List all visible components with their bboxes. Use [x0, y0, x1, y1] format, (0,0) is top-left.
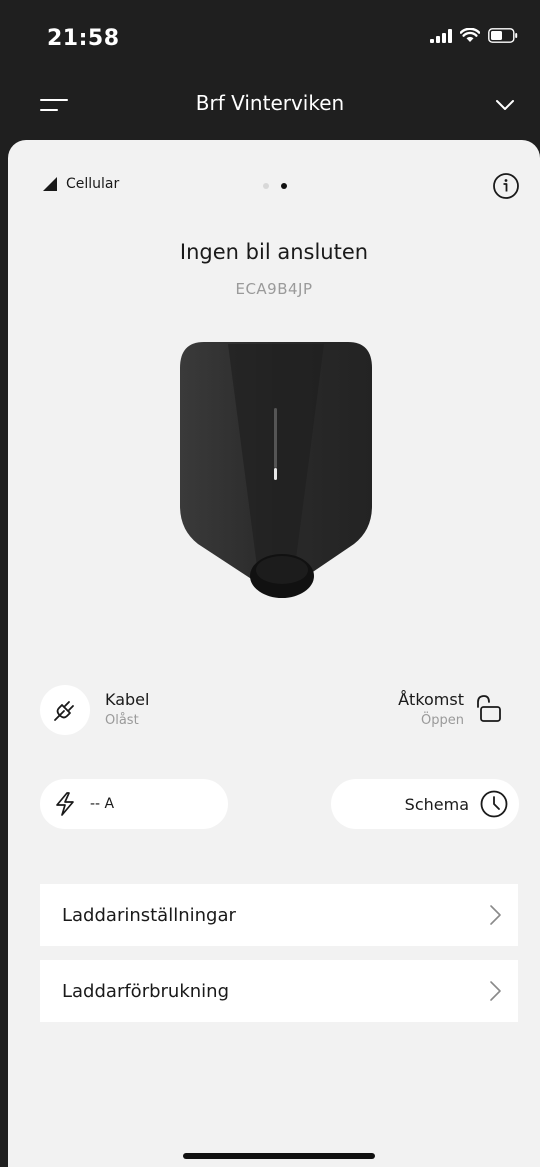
- charger-consumption-label: Laddarförbrukning: [62, 980, 229, 1002]
- status-time: 21:58: [47, 26, 120, 51]
- info-button[interactable]: [492, 172, 520, 200]
- cable-label: Kabel: [105, 690, 150, 709]
- charger-serial: ECA9B4JP: [235, 280, 313, 298]
- connection-label: Cellular: [66, 176, 120, 192]
- plug-icon: [54, 701, 74, 721]
- site-dropdown-button[interactable]: [494, 94, 516, 116]
- charger-sheet: Cellular Ingen bil ansluten ECA9B4JP Kab…: [8, 140, 540, 1167]
- access-status: Öppen: [421, 713, 464, 728]
- schedule-label: Schema: [404, 794, 469, 814]
- chevron-right-icon: [490, 905, 501, 925]
- current-limit-value: -- A: [90, 796, 115, 812]
- lightning-bolt-icon: [56, 792, 74, 816]
- status-icons: [430, 28, 518, 43]
- wifi-icon: [460, 28, 480, 42]
- chevron-right-icon: [490, 981, 501, 1001]
- cable-lock-button[interactable]: [40, 685, 90, 735]
- info-icon: [493, 173, 519, 199]
- charger-image: [180, 342, 372, 598]
- access-lock-button[interactable]: [473, 693, 503, 725]
- charger-settings-row[interactable]: Laddarinställningar: [40, 884, 518, 946]
- connection-indicator: Cellular: [42, 176, 119, 192]
- cable-status: Olåst: [105, 713, 139, 728]
- charger-status-title: Ingen bil ansluten: [179, 240, 369, 264]
- home-indicator[interactable]: [183, 1153, 375, 1159]
- cellular-signal-icon: [43, 177, 57, 191]
- current-limit-pill[interactable]: -- A: [40, 779, 228, 829]
- schedule-pill[interactable]: Schema: [331, 779, 519, 829]
- page-dot-1[interactable]: [263, 183, 269, 189]
- cellular-signal-icon: [430, 28, 452, 43]
- nav-bar: Brf Vinterviken: [0, 80, 540, 140]
- battery-icon: [488, 28, 518, 43]
- chevron-down-icon: [496, 100, 514, 110]
- access-label: Åtkomst: [398, 690, 464, 709]
- charger-consumption-row[interactable]: Laddarförbrukning: [40, 960, 518, 1022]
- page-indicator[interactable]: [263, 183, 287, 189]
- clock-icon: [480, 790, 508, 818]
- unlocked-padlock-icon: [477, 695, 501, 722]
- charger-settings-label: Laddarinställningar: [62, 904, 236, 926]
- status-bar: 21:58: [0, 0, 540, 80]
- nav-title[interactable]: Brf Vinterviken: [0, 91, 540, 115]
- page-dot-2[interactable]: [281, 183, 287, 189]
